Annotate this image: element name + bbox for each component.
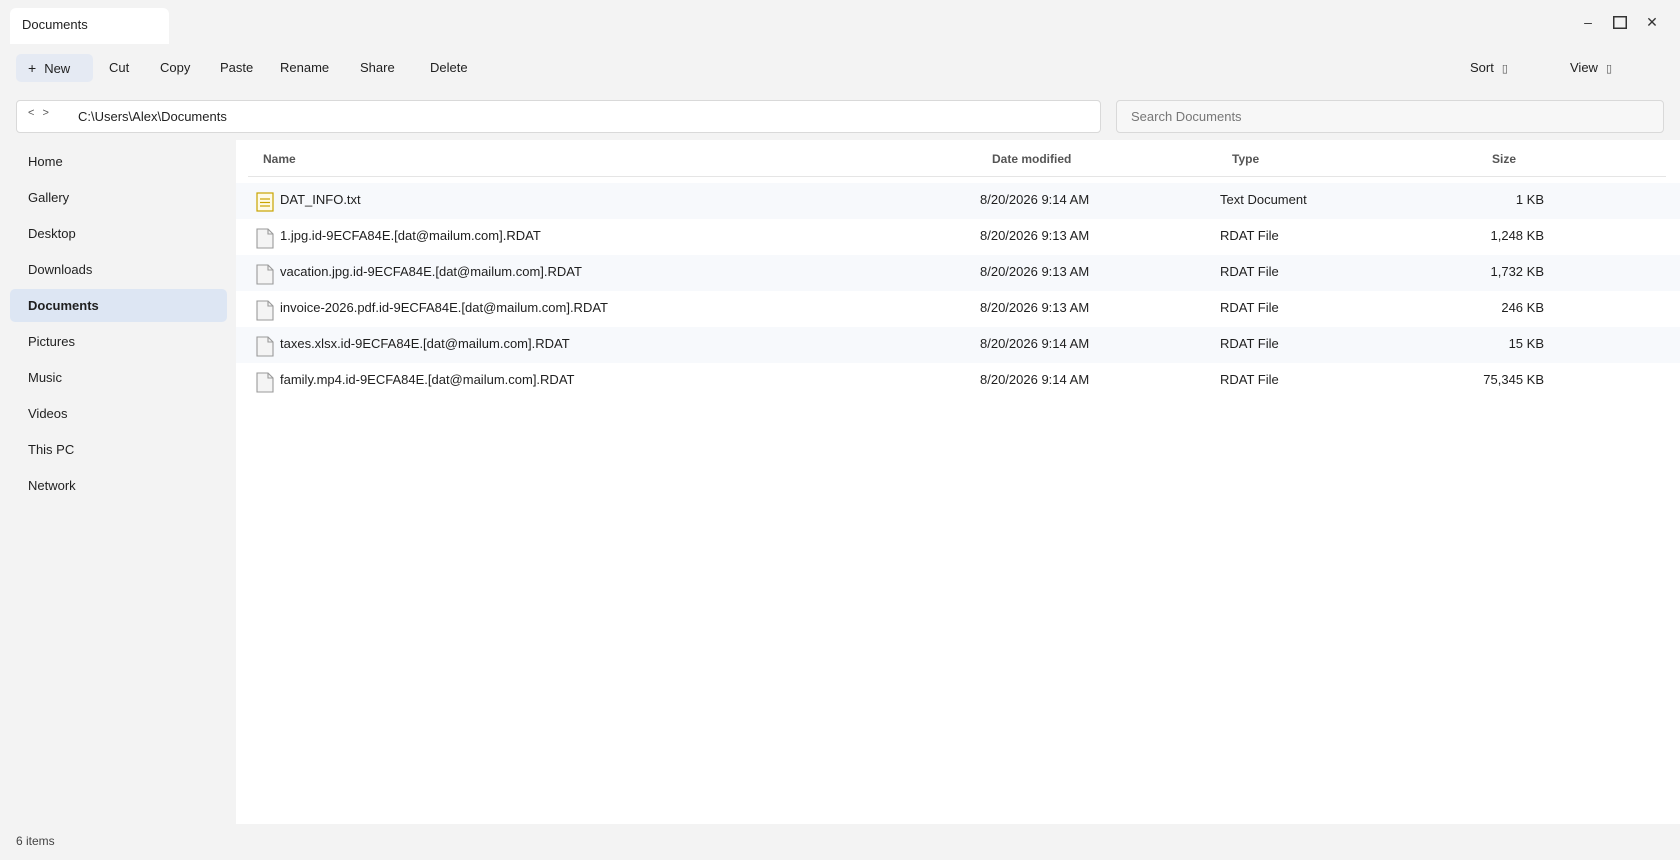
paste-button[interactable]: Paste [220, 54, 253, 82]
file-type: RDAT File [1220, 336, 1279, 351]
sidebar-item-home[interactable]: Home [10, 145, 227, 178]
file-type: RDAT File [1220, 372, 1279, 387]
file-size: 1,732 KB [1490, 264, 1545, 279]
file-name: vacation.jpg.id-9ECFA84E.[dat@mailum.com… [280, 264, 582, 279]
window-tab-title: Documents [22, 17, 88, 32]
file-date-modified: 8/20/2026 9:13 AM [980, 228, 1090, 243]
sidebar-item-documents[interactable]: Documents [10, 289, 227, 322]
table-row[interactable]: 1.jpg.id-9ECFA84E.[dat@mailum.com].RDAT 8… [236, 219, 1680, 255]
table-row[interactable]: vacation.jpg.id-9ECFA84E.[dat@mailum.com… [236, 255, 1680, 291]
chevron-down-icon: ▯ [1605, 63, 1613, 75]
file-type: RDAT File [1220, 300, 1279, 315]
file-name: taxes.xlsx.id-9ECFA84E.[dat@mailum.com].… [280, 336, 570, 351]
file-date-modified: 8/20/2026 9:14 AM [980, 336, 1090, 351]
window-tab[interactable]: Documents [10, 8, 169, 44]
file-size: 246 KB [1501, 300, 1544, 315]
view-button[interactable]: View ▯ [1570, 54, 1612, 82]
column-size[interactable]: Size [1492, 152, 1516, 166]
new-button[interactable]: + New [16, 54, 93, 82]
command-toolbar: + New Cut Copy Paste Rename Share Delete … [0, 54, 1680, 82]
share-button[interactable]: Share [360, 54, 395, 82]
sort-button[interactable]: Sort ▯ [1470, 54, 1508, 82]
status-item-count: 6 items [16, 834, 55, 848]
close-button[interactable]: ✕ [1636, 10, 1668, 34]
new-button-label: New [44, 61, 71, 76]
copy-button[interactable]: Copy [160, 54, 190, 82]
close-icon: ✕ [1646, 13, 1658, 30]
column-date-modified[interactable]: Date modified [992, 152, 1071, 166]
maximize-icon [1613, 15, 1627, 29]
file-size: 75,345 KB [1483, 372, 1544, 387]
file-list-pane: Name Date modified Type Size DAT_INFO.tx… [236, 140, 1680, 824]
file-size: 15 KB [1508, 336, 1544, 351]
address-bar[interactable]: < > C:\Users\Alex\Documents [16, 100, 1101, 133]
plus-icon: + [28, 60, 37, 76]
delete-button[interactable]: Delete [430, 54, 468, 82]
sidebar-item-gallery[interactable]: Gallery [10, 181, 227, 214]
file-type: RDAT File [1220, 228, 1279, 243]
file-size: 1,248 KB [1490, 228, 1545, 243]
file-icon [256, 372, 274, 396]
sort-label: Sort [1470, 60, 1494, 75]
forward-button[interactable]: > [42, 107, 50, 119]
file-date-modified: 8/20/2026 9:14 AM [980, 372, 1090, 387]
sidebar-item-desktop[interactable]: Desktop [10, 217, 227, 250]
maximize-button[interactable] [1604, 10, 1636, 34]
sidebar-item-downloads[interactable]: Downloads [10, 253, 227, 286]
table-row[interactable]: invoice-2026.pdf.id-9ECFA84E.[dat@mailum… [236, 291, 1680, 327]
file-icon [256, 300, 274, 324]
file-icon [256, 228, 274, 252]
chevron-down-icon: ▯ [1501, 63, 1508, 75]
file-icon [256, 336, 274, 360]
text-file-icon [256, 192, 274, 215]
title-bar: Documents – ✕ [0, 0, 1680, 46]
sidebar-item-music[interactable]: Music [10, 361, 227, 394]
current-path: C:\Users\Alex\Documents [78, 109, 227, 124]
table-row[interactable]: taxes.xlsx.id-9ECFA84E.[dat@mailum.com].… [236, 327, 1680, 363]
minimize-icon: – [1584, 14, 1592, 30]
view-label: View [1570, 60, 1598, 75]
file-type: Text Document [1220, 192, 1307, 207]
sidebar-item-videos[interactable]: Videos [10, 397, 227, 430]
search-input[interactable] [1116, 100, 1664, 133]
file-name: 1.jpg.id-9ECFA84E.[dat@mailum.com].RDAT [280, 228, 541, 243]
file-icon [256, 264, 274, 288]
window-controls: – ✕ [1572, 10, 1668, 34]
cut-button[interactable]: Cut [109, 54, 129, 82]
file-date-modified: 8/20/2026 9:13 AM [980, 264, 1090, 279]
file-size: 1 KB [1515, 192, 1544, 207]
column-header-row: Name Date modified Type Size [248, 140, 1666, 177]
column-type[interactable]: Type [1232, 152, 1259, 166]
nav-arrows: < > [28, 107, 57, 119]
file-name: DAT_INFO.txt [280, 192, 361, 207]
rename-button[interactable]: Rename [280, 54, 329, 82]
file-name: invoice-2026.pdf.id-9ECFA84E.[dat@mailum… [280, 300, 608, 315]
column-name[interactable]: Name [263, 152, 296, 166]
table-row[interactable]: family.mp4.id-9ECFA84E.[dat@mailum.com].… [236, 363, 1680, 399]
table-row[interactable]: DAT_INFO.txt 8/20/2026 9:14 AM Text Docume… [236, 183, 1680, 219]
sidebar-item-pictures[interactable]: Pictures [10, 325, 227, 358]
file-date-modified: 8/20/2026 9:13 AM [980, 300, 1090, 315]
back-button[interactable]: < [28, 107, 36, 119]
file-date-modified: 8/20/2026 9:14 AM [980, 192, 1090, 207]
file-name: family.mp4.id-9ECFA84E.[dat@mailum.com].… [280, 372, 575, 387]
sidebar-item-this-pc[interactable]: This PC [10, 433, 227, 466]
sidebar-item-network[interactable]: Network [10, 469, 227, 502]
minimize-button[interactable]: – [1572, 10, 1604, 34]
file-type: RDAT File [1220, 264, 1279, 279]
